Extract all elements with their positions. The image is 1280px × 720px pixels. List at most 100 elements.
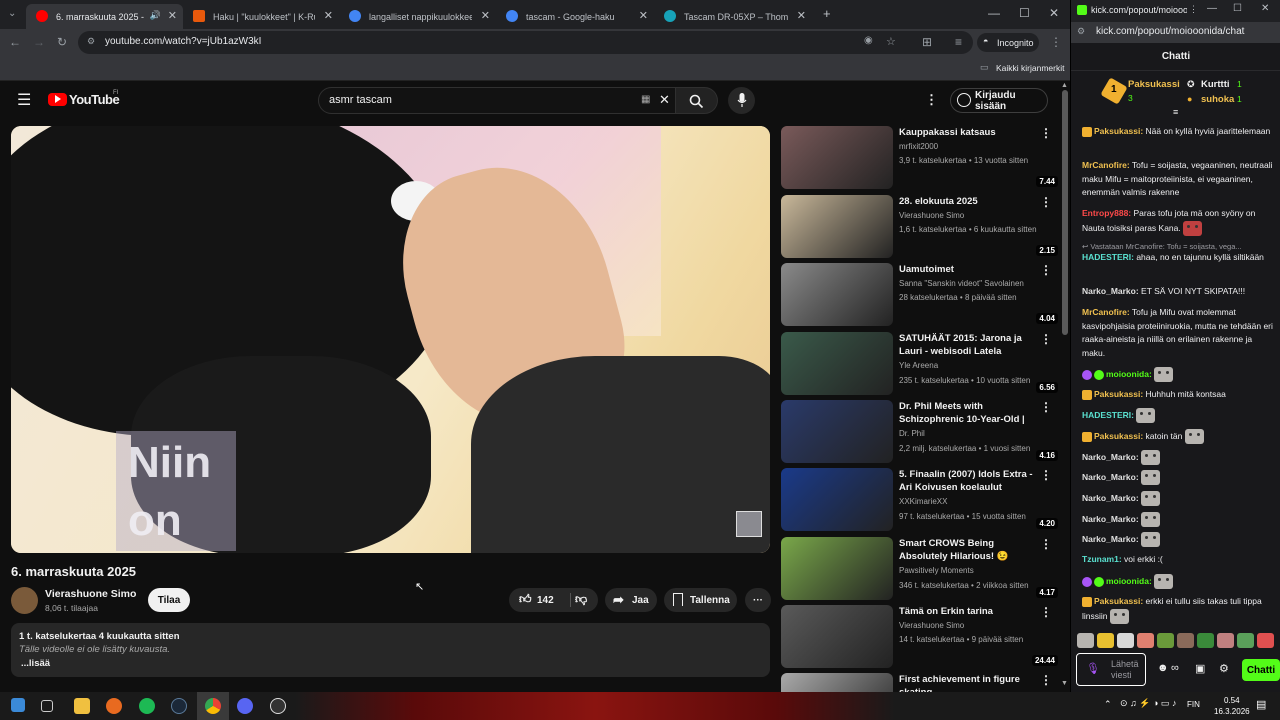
recommendation-channel[interactable]: Vierashuone Simo [899,211,964,220]
eye-off-icon[interactable]: ◉ [864,35,873,46]
channel-avatar[interactable] [11,587,38,614]
tray-chevron-icon[interactable]: ⌃ [1104,699,1112,710]
channel-watermark[interactable] [736,511,762,537]
more-options-icon[interactable]: ⋮ [1040,537,1052,551]
recommendation-item[interactable]: 24.44 Tämä on Erkin tarina Vierashuone Sim… [781,605,1061,669]
recommendation-channel[interactable]: Pawsitively Moments [899,566,974,575]
recommendation-channel[interactable]: mrfixit2000 [899,142,938,151]
spotify-icon[interactable] [139,698,155,714]
emote-icon[interactable] [1157,633,1174,648]
scrollbar[interactable] [1062,90,1068,335]
tab-thomann[interactable]: Tascam DR-05XP – Thomann Suomi ✕ [654,4,812,29]
emote-icon[interactable] [1177,633,1194,648]
recommendation-item[interactable]: 6.56 SATUHÄÄT 2015: Jarona ja Lauri - web… [781,332,1061,396]
recommendation-item[interactable]: 7.44 Kauppakassi katsaus mrfixit2000 3,9 t.… [781,126,1061,190]
more-options-icon[interactable]: ⋮ [1040,468,1052,482]
hamburger-menu-icon[interactable]: ☰ [17,90,31,110]
minimize-icon[interactable]: — [988,6,1000,20]
extensions-icon[interactable]: ⊞ [922,35,932,49]
video-thumbnail[interactable] [781,195,893,258]
chat-username[interactable]: Narko_Marko: [1082,472,1139,482]
emote-icon[interactable] [1237,633,1254,648]
tab-google-kuulokkeet[interactable]: langalliset nappikuulokkeet - Google ✕ [339,4,496,29]
recommendation-title[interactable]: 5. Finaalin (2007) Idols Extra - Ari Koi… [899,468,1039,494]
chat-username[interactable]: MrCanofire: [1082,307,1130,317]
gift-icon[interactable]: ▣ [1195,662,1205,675]
site-info-icon[interactable]: ⚙ [1077,26,1085,37]
recommendation-title[interactable]: Smart CROWS Being Absolutely Hilarious! … [899,537,1039,564]
youtube-logo-text[interactable]: YouTube [69,92,120,107]
video-player[interactable]: Niin on [11,126,770,553]
more-options-icon[interactable]: ⋮ [1040,400,1052,414]
recommendation-channel[interactable]: Dr. Phil [899,429,925,438]
more-options-icon[interactable]: ⋮ [1040,332,1052,346]
video-thumbnail[interactable] [781,332,893,395]
close-tab-icon[interactable]: ✕ [481,9,490,22]
recommendation-item[interactable]: 4.16 Dr. Phil Meets with Schizophrenic 10… [781,400,1061,464]
site-info-icon[interactable]: ⚙ [87,36,95,47]
video-thumbnail[interactable] [781,673,893,692]
expand-leaderboard-icon[interactable]: ≡ [1173,107,1178,117]
recommendation-title[interactable]: Kauppakassi katsaus [899,126,1039,139]
recommendation-channel[interactable]: Sanna "Sanskin videot" Savolainen [899,279,1024,288]
tab-youtube[interactable]: 6. marraskuuta 2025 - YouTube 🔊 ✕ [26,4,183,29]
tab-kruoka[interactable]: Haku | "kuulokkeet" | K-Ruoka ✕ [183,4,339,29]
chat-username[interactable]: moioonida: [1106,369,1152,379]
star-icon[interactable]: ☆ [886,35,896,48]
save-button[interactable]: Tallenna [664,588,737,612]
recommendation-item[interactable]: 4.04 Uamutoimet Sanna "Sanskin videot" Sav… [781,263,1061,327]
more-actions-button[interactable]: ··· [745,588,771,612]
subscribe-button[interactable]: Tilaa [148,588,190,612]
browser-menu-icon[interactable]: ⋮ [1050,35,1062,49]
all-bookmarks-link[interactable]: Kaikki kirjanmerkit [996,63,1065,73]
minimize-icon[interactable]: — [1207,3,1217,14]
emote-icon[interactable] [1097,633,1114,648]
youtube-logo-icon[interactable] [48,93,67,106]
chat-username[interactable]: Narko_Marko: [1082,493,1139,503]
scroll-down-icon[interactable]: ▼ [1061,680,1068,687]
new-tab-button[interactable]: + [823,6,831,21]
recommendation-title[interactable]: Uamutoimet [899,263,1039,276]
recommendation-title[interactable]: Tämä on Erkin tarina [899,605,1039,618]
file-explorer-icon[interactable] [74,698,90,714]
chat-username[interactable]: HADESTERI: [1082,252,1134,262]
chat-username[interactable]: Narko_Marko: [1082,534,1139,544]
emote-icon[interactable] [1257,633,1274,648]
recommendation-title[interactable]: First achievement in figure skating [899,673,1039,692]
like-button[interactable]: 👍︎ 142 [509,588,570,612]
chat-username[interactable]: Paksukassi: [1094,389,1143,399]
chat-username[interactable]: Narko_Marko: [1082,286,1139,296]
search-button[interactable] [676,87,718,114]
audio-playing-icon[interactable]: 🔊 [150,10,161,21]
recommendation-channel[interactable]: Yle Areena [899,361,938,370]
recommendation-item[interactable]: 4.17 Smart CROWS Being Absolutely Hilario… [781,537,1061,601]
chat-username[interactable]: Paksukassi: [1094,596,1143,606]
description-box[interactable]: 1 t. katselukertaa 4 kuukautta sitten Tä… [11,623,770,677]
recommendation-item[interactable]: 2.15 28. elokuuta 2025 Vierashuone Simo 1,6… [781,195,1061,259]
tray-icons[interactable]: ⊙ ♫ ⚡ ◑ ▭ ♪ [1120,698,1176,709]
url-field[interactable]: ⚙ youtube.com/watch?v=jUb1azW3kI ◉ ☆ [78,31,973,54]
more-options-icon[interactable]: ⋮ [1040,263,1052,277]
maximize-icon[interactable]: ☐ [1019,6,1030,20]
recommendation-item[interactable]: 4.20 5. Finaalin (2007) Idols Extra - Ari… [781,468,1061,532]
more-options-icon[interactable]: ⋮ [1040,195,1052,209]
chat-username[interactable]: Narko_Marko: [1082,452,1139,462]
voice-search-button[interactable] [728,87,755,114]
emote-icon[interactable] [1077,633,1094,648]
close-tab-icon[interactable]: ✕ [168,9,177,22]
incognito-badge[interactable]: ◓ Incognito [977,33,1039,52]
show-more-link[interactable]: ...lisää [21,658,50,669]
recommendation-channel[interactable]: XXKimarieXX [899,497,947,506]
media-icon[interactable]: ≡ [955,35,962,49]
video-thumbnail[interactable] [781,400,893,463]
windows-start-icon[interactable] [11,698,25,712]
dislike-button[interactable]: 👎︎ [575,592,587,607]
chat-input[interactable]: 🎙︎ Lähetä viesti [1076,653,1146,686]
channel-name[interactable]: Vierashuone Simo [45,588,136,600]
emote-icon[interactable] [1197,633,1214,648]
chat-username[interactable]: moioonida: [1106,576,1152,586]
settings-gear-icon[interactable]: ⚙ [1219,662,1229,675]
recommendation-channel[interactable]: Vierashuone Simo [899,621,964,630]
reload-icon[interactable]: ↻ [57,35,67,49]
close-window-icon[interactable]: ✕ [1049,6,1059,20]
